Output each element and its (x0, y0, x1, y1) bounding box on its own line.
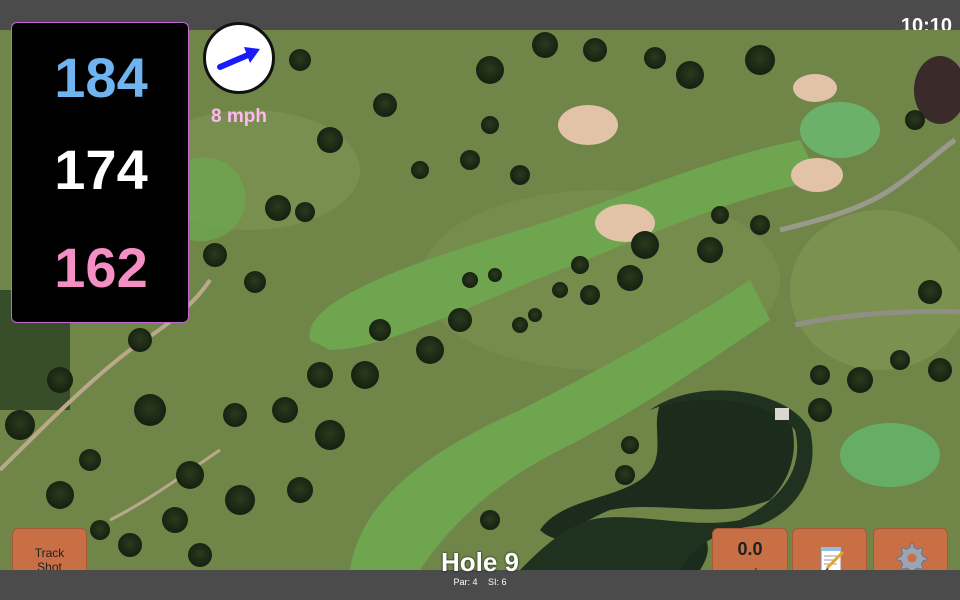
middle-distance: 174 (54, 138, 148, 201)
back-distance: 184 (54, 46, 148, 109)
hole-stroke-index: SI: 6 (488, 577, 507, 587)
hole-title: Hole 9 (440, 547, 520, 577)
front-distance: 162 (54, 236, 148, 299)
wind-direction-dial (203, 22, 275, 94)
distance-panel: 184 174 162 (11, 22, 189, 323)
arrow-right-icon (217, 47, 260, 70)
hole-par: Par: 4 (453, 577, 478, 587)
speed-value: 0.0 (737, 539, 763, 559)
notepad-icon (820, 547, 845, 572)
hole-info: Par: 4 SI: 6 (380, 577, 580, 587)
wind-speed: 8 mph (211, 106, 267, 127)
